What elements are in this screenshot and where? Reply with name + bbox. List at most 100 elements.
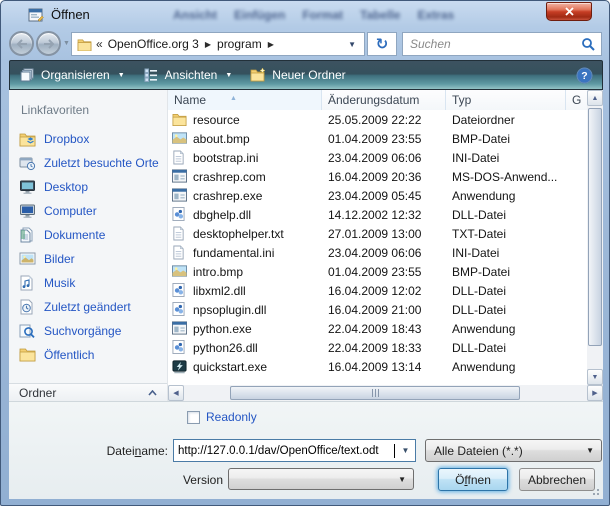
- desktop-icon: [19, 179, 36, 196]
- vertical-scrollbar[interactable]: ▲ ▼: [587, 90, 603, 385]
- open-button[interactable]: Öffnen: [438, 468, 508, 491]
- breadcrumb-separator-icon[interactable]: ▶: [268, 40, 274, 49]
- public-folder-icon: [19, 347, 36, 364]
- views-icon: [143, 67, 159, 83]
- window-title: Öffnen: [51, 7, 90, 22]
- sidebar-item[interactable]: Öffentlich: [9, 343, 167, 367]
- vertical-scroll-thumb[interactable]: [588, 108, 602, 346]
- cancel-button[interactable]: Abbrechen: [519, 468, 595, 491]
- organize-button[interactable]: Organisieren ▼: [10, 61, 134, 89]
- breadcrumb-separator-icon[interactable]: ▶: [205, 40, 211, 49]
- sidebar-item[interactable]: Bilder: [9, 247, 167, 271]
- breadcrumb-segment-root[interactable]: OpenOffice.org 3: [108, 37, 199, 51]
- column-header-date[interactable]: Änderungsdatum: [322, 90, 446, 110]
- filename-dropdown-icon[interactable]: ▼: [396, 440, 415, 461]
- folder-icon: [77, 38, 92, 51]
- file-row[interactable]: libxml2.dll 16.04.2009 12:02 DLL-Datei: [168, 281, 587, 300]
- filename-combobox: ▼: [173, 439, 416, 462]
- scroll-left-arrow[interactable]: ◀: [168, 385, 184, 401]
- breadcrumb-segment-current[interactable]: program: [217, 37, 262, 51]
- breadcrumb-overflow-chevron[interactable]: «: [96, 37, 103, 51]
- title-bar[interactable]: AnsichtEinfügenFormatTabelleExtrasFenste…: [1, 1, 609, 29]
- image-file-icon: [172, 264, 187, 279]
- image-file-icon: [172, 131, 187, 146]
- file-row[interactable]: dbghelp.dll 14.12.2002 12:32 DLL-Datei: [168, 205, 587, 224]
- file-row[interactable]: intro.bmp 01.04.2009 23:55 BMP-Datei: [168, 262, 587, 281]
- horizontal-scrollbar[interactable]: ◀ ▶: [168, 385, 603, 401]
- close-button[interactable]: [546, 2, 592, 21]
- app-file-icon: [172, 188, 187, 203]
- file-row[interactable]: bootstrap.ini 23.04.2009 06:06 INI-Datei: [168, 148, 587, 167]
- sidebar-item[interactable]: Zuletzt besuchte Orte: [9, 151, 167, 175]
- file-row[interactable]: crashrep.exe 23.04.2009 05:45 Anwendung: [168, 186, 587, 205]
- dialog-content: Linkfavoriten Dropbox Zuletzt besuchte O…: [9, 90, 603, 401]
- search-icon: [581, 37, 595, 51]
- file-row[interactable]: about.bmp 01.04.2009 23:55 BMP-Datei: [168, 129, 587, 148]
- chevron-down-icon: ▼: [225, 72, 232, 79]
- file-row[interactable]: resource 25.05.2009 22:22 Dateiordner: [168, 110, 587, 129]
- new-folder-button[interactable]: Neuer Ordner: [241, 61, 354, 89]
- folder-icon: [172, 112, 187, 127]
- chevron-up-icon: [148, 390, 157, 396]
- help-icon: ?: [576, 67, 593, 84]
- resize-grip[interactable]: [590, 486, 600, 496]
- text-file-icon: [172, 150, 187, 165]
- file-row[interactable]: python.exe 22.04.2009 18:43 Anwendung: [168, 319, 587, 338]
- background-menu-item: Einfügen: [234, 8, 285, 22]
- dll-file-icon: [172, 207, 187, 222]
- background-menu-blurred: AnsichtEinfügenFormatTabelleExtrasFenste…: [173, 8, 463, 25]
- file-row[interactable]: quickstart.exe 16.04.2009 13:14 Anwendun…: [168, 357, 587, 376]
- file-row[interactable]: npsoplugin.dll 16.04.2009 21:00 DLL-Date…: [168, 300, 587, 319]
- scroll-up-arrow[interactable]: ▲: [587, 90, 603, 106]
- organize-icon: [19, 67, 35, 83]
- readonly-label[interactable]: Readonly: [206, 410, 257, 424]
- sidebar-item[interactable]: Suchvorgänge: [9, 319, 167, 343]
- app-file-icon: [172, 321, 187, 336]
- dll-file-icon: [172, 283, 187, 298]
- search-box: [402, 32, 602, 56]
- column-header-name[interactable]: ▲ Name: [168, 90, 322, 110]
- scroll-right-arrow[interactable]: ▶: [587, 385, 603, 401]
- views-button[interactable]: Ansichten ▼: [134, 61, 242, 89]
- favorites-sidebar: Linkfavoriten Dropbox Zuletzt besuchte O…: [9, 90, 168, 401]
- folders-expander[interactable]: Ordner: [9, 383, 167, 401]
- search-input[interactable]: [403, 33, 579, 55]
- filename-label: Dateiname:: [9, 444, 168, 458]
- column-header-type[interactable]: Typ: [446, 90, 566, 110]
- dialog-footer: Readonly Dateiname: ▼ Alle Dateien (*.*)…: [9, 401, 603, 499]
- breadcrumb: « OpenOffice.org 3 ▶ program ▶ ▼: [71, 32, 365, 56]
- documents-icon: [19, 227, 36, 244]
- dll-file-icon: [172, 340, 187, 355]
- help-button[interactable]: ?: [576, 67, 593, 84]
- forward-button[interactable]: [36, 31, 61, 56]
- version-select[interactable]: ▼: [228, 468, 414, 490]
- chevron-down-icon: ▼: [118, 72, 125, 79]
- text-file-icon: [172, 245, 187, 260]
- sidebar-item[interactable]: Musik: [9, 271, 167, 295]
- file-row[interactable]: desktophelper.txt 27.01.2009 13:00 TXT-D…: [168, 224, 587, 243]
- sidebar-item[interactable]: Desktop: [9, 175, 167, 199]
- dropbox-icon: [19, 131, 36, 148]
- filename-input[interactable]: [174, 440, 396, 461]
- filetype-select[interactable]: Alle Dateien (*.*) ▼: [425, 439, 602, 462]
- scroll-down-arrow[interactable]: ▼: [587, 369, 603, 385]
- sidebar-item[interactable]: Dokumente: [9, 223, 167, 247]
- version-label: Version: [133, 473, 223, 487]
- sidebar-item[interactable]: Dropbox: [9, 127, 167, 151]
- back-button[interactable]: [9, 31, 34, 56]
- address-dropdown-icon[interactable]: ▼: [348, 40, 356, 49]
- file-row[interactable]: python26.dll 22.04.2009 18:33 DLL-Datei: [168, 338, 587, 357]
- column-header-size[interactable]: G: [566, 90, 587, 110]
- file-row[interactable]: crashrep.com 16.04.2009 20:36 MS-DOS-Anw…: [168, 167, 587, 186]
- readonly-checkbox[interactable]: [187, 411, 200, 424]
- sidebar-item[interactable]: Computer: [9, 199, 167, 223]
- svg-text:?: ?: [581, 70, 587, 82]
- horizontal-scroll-thumb[interactable]: [230, 386, 520, 400]
- history-dropdown-icon[interactable]: ▼: [63, 40, 70, 47]
- chevron-down-icon: ▼: [586, 446, 594, 455]
- file-row[interactable]: fundamental.ini 23.04.2009 06:06 INI-Dat…: [168, 243, 587, 262]
- refresh-button[interactable]: ↻: [367, 32, 397, 56]
- chevron-down-icon: ▼: [398, 475, 406, 484]
- sidebar-item[interactable]: Zuletzt geändert: [9, 295, 167, 319]
- new-folder-icon: [250, 67, 266, 83]
